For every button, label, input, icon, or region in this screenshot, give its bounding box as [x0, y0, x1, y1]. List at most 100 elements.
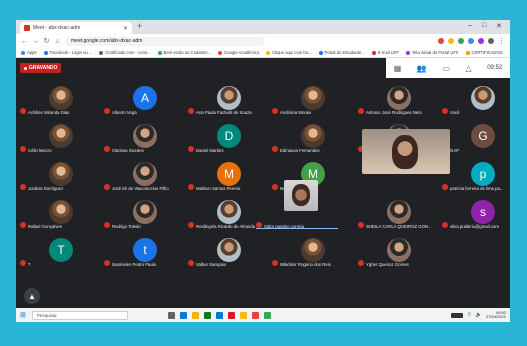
bookmark-item[interactable]: Certificado com - cons... — [99, 50, 151, 55]
menu-kebab-icon[interactable]: ⋮ — [498, 37, 505, 45]
participant-tile[interactable]: s silva.prailerio@gmail.com — [440, 198, 510, 229]
battery-icon — [451, 312, 464, 318]
taskbar-clock[interactable]: 09:52 27/04/2021 — [486, 310, 506, 320]
participant-avatar — [217, 86, 241, 110]
participant-tile[interactable]: t tassmeles Pedro Paulo — [102, 236, 188, 267]
participant-tile[interactable]: Célio Mezzo — [18, 122, 104, 153]
participant-avatar — [301, 86, 325, 110]
bookmark-item[interactable]: Facebook - Login ou ... — [43, 50, 92, 55]
participant-name: T — [28, 262, 31, 267]
taskbar-app-icon[interactable] — [203, 311, 211, 319]
mic-muted-icon — [20, 184, 26, 190]
participant-tile[interactable]: A Alberto Vega — [102, 84, 188, 115]
taskbar-search-input[interactable]: Pesquisar — [31, 310, 128, 320]
reload-icon[interactable]: ↻ — [43, 37, 50, 45]
participant-tile[interactable]: Edinauva Fernandes — [270, 122, 356, 153]
chat-icon[interactable]: ▭ — [442, 64, 450, 73]
participant-video-feed[interactable] — [362, 129, 450, 174]
url-input[interactable]: meet.google.com/abx-dxac-adm — [65, 36, 265, 46]
participant-avatar — [133, 200, 157, 224]
bookmark-item[interactable]: Portal do Estudante... — [318, 50, 365, 55]
taskbar-app-icon[interactable] — [167, 311, 175, 319]
participant-tile[interactable]: Achilles Miranda Dias — [18, 84, 104, 115]
extension-icon[interactable] — [468, 38, 474, 44]
taskbar-app-icon[interactable] — [215, 311, 223, 319]
extension-icon[interactable] — [478, 38, 484, 44]
mic-muted-icon — [272, 146, 278, 152]
minimize-icon[interactable]: – — [468, 22, 472, 29]
participant-tile[interactable]: D Daniel Martins — [186, 122, 272, 153]
recording-dot-icon — [24, 66, 27, 70]
new-tab-icon[interactable]: + — [137, 21, 142, 31]
participant-tile[interactable]: Antonio José Rodrigues Neto — [356, 84, 442, 115]
participant-name: Rodrigo Toledo — [112, 224, 141, 229]
network-icon[interactable]: ⌔ — [467, 312, 472, 318]
grid-view-icon[interactable]: ▦ — [394, 64, 402, 73]
mic-muted-icon — [442, 222, 448, 228]
participant-avatar — [133, 124, 157, 148]
participant-tile[interactable]: Você — [440, 84, 510, 115]
participant-tile[interactable]: Jorabra Domíguez — [18, 160, 104, 191]
participant-tile[interactable]: Andréina Morais — [270, 84, 356, 115]
profile-avatar[interactable] — [488, 38, 494, 44]
bookmark-item[interactable]: Clique aqui com bo... — [266, 50, 312, 55]
participant-tile[interactable]: p patrícia ferreira de lima pa... — [440, 160, 510, 191]
participant-name: Mailson Santos Pereira — [196, 186, 241, 191]
mic-muted-icon — [104, 146, 110, 152]
self-view-button[interactable]: ▲ — [24, 288, 40, 304]
taskbar-app-icon[interactable] — [251, 311, 259, 319]
participant-tile[interactable]: Valber Sampaio — [186, 236, 272, 267]
volume-icon[interactable]: 🔈 — [476, 312, 482, 318]
participant-name: Célio Mezzo — [28, 148, 52, 153]
bookmark-item[interactable]: Apps — [21, 50, 37, 55]
participant-camera-feed — [284, 180, 318, 211]
participant-tile[interactable]: Ana Paula Fachetti de Souza — [186, 84, 272, 115]
windows-start-icon[interactable]: ⊞ — [20, 311, 26, 319]
participant-tile[interactable]: Rafael Gonçalves — [18, 198, 104, 229]
mic-muted-icon — [358, 108, 364, 114]
participant-tile[interactable]: TT — [18, 236, 104, 267]
participant-tile[interactable]: Wladimir Rogério dos Reis — [270, 236, 356, 267]
forward-icon[interactable]: → — [32, 38, 39, 45]
participant-name: Jorabra Domíguez — [28, 186, 64, 191]
activities-icon[interactable]: △ — [466, 64, 472, 73]
bookmark-item[interactable]: Tela inicial do Portal UFF — [405, 50, 459, 55]
participant-tile[interactable]: José Eli de Vasconcelos Filho — [102, 160, 188, 191]
meeting-clock: 09:52 — [487, 65, 503, 71]
participant-name: GAP — [450, 148, 460, 153]
bookmark-item[interactable]: Google Acadêmico — [218, 50, 259, 55]
maximize-icon[interactable]: □ — [482, 22, 486, 29]
tab-meet[interactable]: Meet - abx-dxac-adm ✕ — [20, 22, 132, 34]
taskbar-app-icon[interactable] — [191, 311, 199, 319]
home-icon[interactable]: ⌂ — [54, 38, 61, 45]
back-icon[interactable]: ← — [21, 38, 28, 45]
extension-icon[interactable] — [438, 38, 444, 44]
close-window-icon[interactable]: ✕ — [496, 22, 502, 30]
taskbar-app-icon[interactable] — [239, 311, 247, 319]
people-icon[interactable]: 👥 — [417, 64, 427, 73]
participant-tile[interactable]: M Mailson Santos Pereira — [186, 160, 272, 191]
tab-title: Meet - abx-dxac-adm — [33, 25, 81, 31]
extension-icon[interactable] — [448, 38, 454, 44]
participant-avatar — [49, 124, 73, 148]
bookmark-item[interactable]: CERTIFICADOS — [465, 50, 503, 55]
taskbar-app-icon[interactable] — [263, 311, 271, 319]
windows-taskbar: ⊞ Pesquisar ⌔ 🔈 09:52 27/04/2021 — [16, 308, 510, 322]
bookmark-item[interactable]: Bem-vindo ao Cadastro... — [157, 50, 211, 55]
participant-tile[interactable]: Clarissa Guedes — [102, 122, 188, 153]
participant-avatar — [387, 200, 411, 224]
close-tab-icon[interactable]: ✕ — [123, 25, 128, 32]
participant-avatar — [217, 200, 241, 224]
meet-top-bar: GRAVANDO ▦ 👥 ▭ △ 09:52 — [16, 58, 510, 78]
participant-tile[interactable]: Ygher Queiroz Gomes — [356, 236, 442, 267]
participant-tile[interactable]: SHEILA CARLA QUEIROZ GON... — [356, 198, 442, 229]
participant-avatar: s — [471, 200, 495, 224]
participant-tile[interactable]: Sidor paraíso correia — [254, 180, 340, 229]
bookmark-item[interactable]: E-mail UFF — [371, 50, 399, 55]
taskbar-app-icon[interactable] — [179, 311, 187, 319]
participant-tile[interactable]: G GAP — [440, 122, 510, 153]
participant-tile[interactable]: Rodrigo Toledo — [102, 198, 188, 229]
participant-name: Wladimir Rogério dos Reis — [280, 262, 331, 267]
taskbar-app-icon[interactable] — [227, 311, 235, 319]
extension-icon[interactable] — [458, 38, 464, 44]
